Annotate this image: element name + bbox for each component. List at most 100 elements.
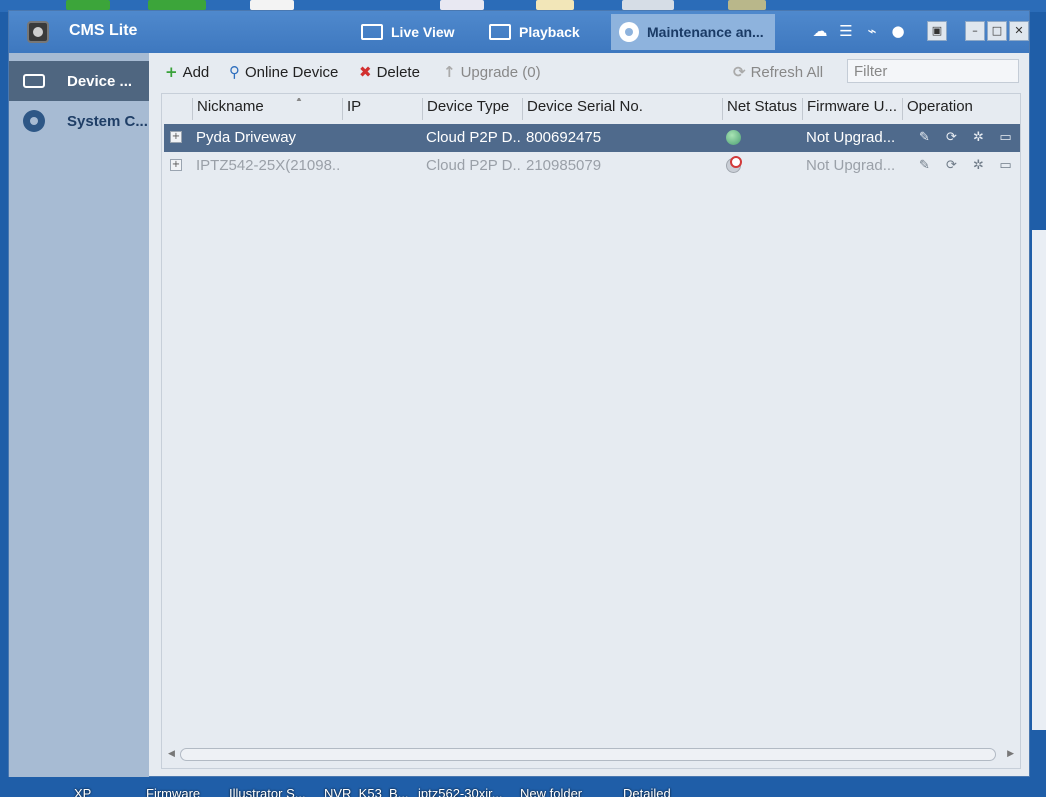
close-button[interactable]: ✕ [1009, 21, 1029, 41]
upgrade-button[interactable]: ↑ Upgrade (0) [443, 63, 541, 81]
column-header-device-type[interactable]: Device Type [422, 98, 522, 120]
desktop-label[interactable]: NVR_K53_B... [324, 786, 409, 797]
column-header-nickname[interactable]: Nickname ▲ [192, 98, 342, 120]
edit-icon[interactable]: ✎ [916, 129, 933, 146]
activity-icon[interactable]: ⌁ [863, 23, 881, 39]
globe-online-icon [726, 130, 741, 145]
column-header-ip[interactable]: IP [342, 98, 422, 120]
app-title: CMS Lite [69, 22, 138, 39]
sidebar-item-device-management[interactable]: Device ... [9, 61, 149, 101]
desktop-label[interactable]: iptz562-30xir... [418, 786, 503, 797]
drive-icon [23, 74, 45, 88]
tab-live-view[interactable]: Live View [353, 14, 463, 50]
sidebar-item-label: System C... [67, 112, 148, 130]
online-device-label: Online Device [245, 63, 339, 81]
refresh-icon: ⟳ [733, 63, 746, 81]
expand-icon[interactable]: + [170, 159, 182, 171]
tab-label: Maintenance an... [647, 24, 764, 40]
column-header-firmware[interactable]: Firmware U... [802, 98, 902, 120]
operation-icons: ✎ ⟳ ✲ ▭ [916, 129, 1014, 146]
scroll-right-icon[interactable]: ▶ [1007, 749, 1014, 759]
plus-icon: + [165, 63, 178, 81]
add-label: Add [182, 63, 210, 81]
user-icon[interactable]: ● [889, 23, 907, 39]
tab-label: Playback [519, 24, 580, 40]
desktop-window-edge [1032, 230, 1046, 730]
storage-icon[interactable]: ▭ [997, 129, 1014, 146]
list-icon[interactable]: ☰ [837, 23, 855, 39]
add-button[interactable]: + Add [165, 63, 209, 81]
upgrade-arrow-icon: ↑ [443, 63, 456, 81]
column-label: Net Status [727, 98, 798, 115]
column-label: Nickname [197, 98, 264, 115]
column-header-serial[interactable]: Device Serial No. [522, 98, 722, 120]
edit-icon[interactable]: ✎ [916, 157, 933, 174]
desktop-icon [728, 0, 766, 10]
desktop-icon [536, 0, 574, 10]
desktop-label[interactable]: Firmware [146, 786, 200, 797]
expand-icon[interactable]: + [170, 131, 182, 143]
desktop-label[interactable]: XP [74, 786, 91, 797]
window-controls: ▣ – □ ✕ [927, 21, 1029, 41]
device-table: Nickname ▲ IP Device Type Device Serial … [161, 93, 1021, 769]
column-header-operation[interactable]: Operation [902, 98, 1018, 120]
desktop-icon [622, 0, 674, 10]
column-header-net-status[interactable]: Net Status [722, 98, 802, 120]
video-camera-icon [361, 24, 383, 40]
cms-lite-window: CMS Lite Live View Playback Maintenance … [8, 10, 1030, 777]
search-icon: ⚲ [229, 63, 240, 81]
globe-offline-icon [726, 156, 742, 173]
film-icon [489, 24, 511, 40]
serial-cell: 210985079 [526, 157, 602, 174]
title-bar: CMS Lite Live View Playback Maintenance … [9, 11, 1029, 53]
gear-icon [619, 22, 639, 42]
refresh-icon[interactable]: ⟳ [943, 129, 960, 146]
desktop-label[interactable]: Illustrator S... [229, 786, 306, 797]
minimize-button[interactable]: – [965, 21, 985, 41]
refresh-icon[interactable]: ⟳ [943, 157, 960, 174]
delete-icon: ✖ [359, 63, 372, 81]
storage-icon[interactable]: ▭ [997, 157, 1014, 174]
nickname-cell: IPTZ542-25X(21098... [196, 157, 341, 174]
column-label: Firmware U... [807, 98, 897, 115]
operation-icons: ✎ ⟳ ✲ ▭ [916, 157, 1014, 174]
scroll-thumb[interactable] [180, 748, 996, 761]
scroll-left-icon[interactable]: ◀ [168, 749, 175, 759]
desktop-label[interactable]: New folder [520, 786, 582, 797]
delete-button[interactable]: ✖ Delete [359, 63, 420, 81]
table-row[interactable]: + IPTZ542-25X(21098... Cloud P2P D... 21… [164, 152, 1020, 180]
sidebar: Device ... System C... [9, 53, 149, 777]
tab-maintenance[interactable]: Maintenance an... [611, 14, 775, 50]
refresh-all-button[interactable]: ⟳ Refresh All [733, 63, 823, 81]
online-device-button[interactable]: ⚲ Online Device [229, 63, 338, 81]
column-label: Operation [907, 98, 973, 115]
filter-input[interactable] [847, 59, 1019, 83]
desktop-icon [250, 0, 294, 10]
column-label: Device Type [427, 98, 510, 115]
firmware-cell: Not Upgrad... [806, 157, 896, 174]
table-header: Nickname ▲ IP Device Type Device Serial … [162, 98, 1020, 120]
firmware-cell: Not Upgrad... [806, 129, 896, 146]
lock-icon[interactable]: ▣ [927, 21, 947, 41]
desktop-icon [66, 0, 110, 10]
desktop-icon [148, 0, 206, 10]
cloud-check-icon[interactable]: ☁ [811, 23, 829, 39]
device-type-cell: Cloud P2P D... [426, 157, 522, 174]
settings-icon[interactable]: ✲ [970, 157, 987, 174]
serial-cell: 800692475 [526, 129, 602, 146]
device-type-cell: Cloud P2P D... [426, 129, 522, 146]
desktop-label[interactable]: Detailed [623, 786, 671, 797]
column-label: IP [347, 98, 362, 115]
tab-label: Live View [391, 24, 455, 40]
sidebar-item-system-config[interactable]: System C... [9, 101, 149, 141]
sidebar-item-label: Device ... [67, 72, 133, 90]
horizontal-scrollbar[interactable]: ◀ ▶ [164, 746, 1018, 764]
upgrade-label: Upgrade (0) [460, 63, 541, 81]
table-row[interactable]: + Pyda Driveway Cloud P2P D... 800692475… [164, 124, 1020, 152]
maximize-button[interactable]: □ [987, 21, 1007, 41]
tab-playback[interactable]: Playback [481, 14, 588, 50]
gear-icon [23, 110, 45, 132]
app-logo-icon [27, 21, 49, 43]
content-toolbar: + Add ⚲ Online Device ✖ Delete ↑ Upgrade… [159, 59, 1025, 87]
settings-icon[interactable]: ✲ [970, 129, 987, 146]
